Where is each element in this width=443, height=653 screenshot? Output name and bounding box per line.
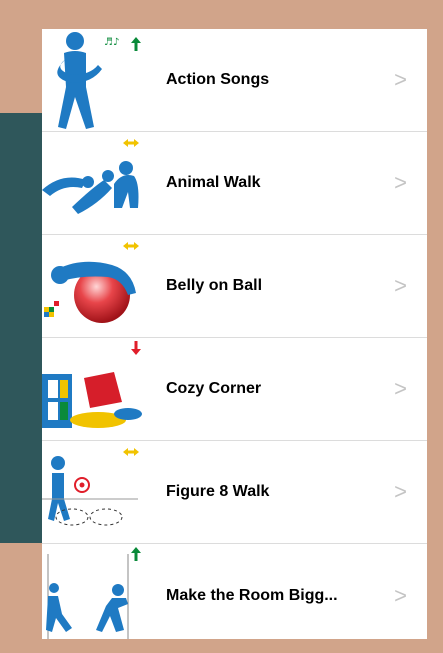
activity-label: Figure 8 Walk bbox=[166, 483, 270, 500]
list-item-belly-on-ball[interactable]: Belly on Ball > bbox=[42, 235, 427, 338]
activity-label: Cozy Corner bbox=[166, 380, 262, 397]
activity-list[interactable]: ♬♪ Action Songs > Animal Walk > Belly on… bbox=[42, 29, 427, 639]
up-arrow-green-icon bbox=[130, 547, 142, 566]
left-right-arrow-yellow-icon bbox=[123, 237, 139, 255]
chevron-right-icon: > bbox=[394, 479, 407, 504]
list-item-action-songs[interactable]: ♬♪ Action Songs > bbox=[42, 29, 427, 132]
list-item-make-the-room-bigger[interactable]: Make the Room Bigg... > bbox=[42, 544, 427, 639]
up-arrow-green-icon bbox=[130, 37, 142, 56]
list-item-figure-8-walk[interactable]: Figure 8 Walk > bbox=[42, 441, 427, 544]
activity-label: Make the Room Bigg... bbox=[166, 586, 338, 604]
chevron-right-icon: > bbox=[394, 273, 407, 298]
activity-label: Animal Walk bbox=[166, 174, 261, 191]
activity-label: Action Songs bbox=[166, 71, 270, 88]
svg-text:♬♪: ♬♪ bbox=[104, 37, 119, 48]
chevron-right-icon: > bbox=[394, 67, 407, 92]
chevron-right-icon: > bbox=[394, 376, 407, 401]
side-panel bbox=[0, 113, 42, 543]
chevron-right-icon: > bbox=[394, 170, 407, 195]
left-right-arrow-yellow-icon bbox=[123, 134, 139, 152]
list-item-animal-walk[interactable]: Animal Walk > bbox=[42, 132, 427, 235]
activity-label: Belly on Ball bbox=[166, 277, 263, 294]
chevron-right-icon: > bbox=[394, 582, 407, 608]
list-item-cozy-corner[interactable]: Cozy Corner > bbox=[42, 338, 427, 441]
down-arrow-red-icon bbox=[130, 341, 142, 360]
left-right-arrow-yellow-icon bbox=[123, 443, 139, 461]
